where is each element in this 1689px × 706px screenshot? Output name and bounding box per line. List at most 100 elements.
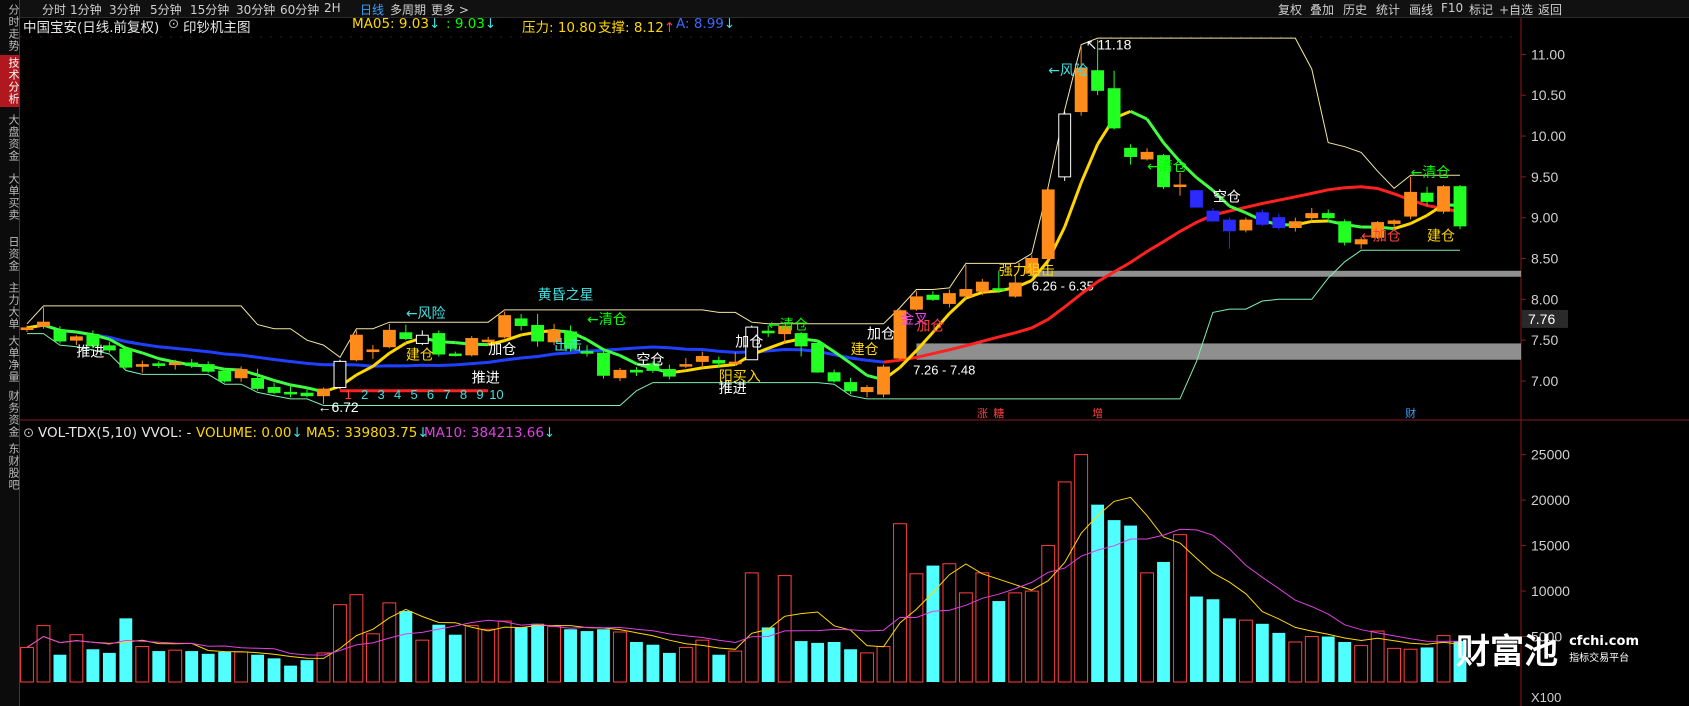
annotation: 推进 (76, 344, 104, 360)
count-label: 2 (361, 387, 368, 402)
candle-body (630, 369, 643, 373)
annotation: 建仓 (406, 348, 434, 364)
ma05-line-seg (767, 340, 786, 350)
annotation: 加仓 (867, 327, 895, 343)
high-label: ↖11.18 (1086, 37, 1132, 53)
volume-bar (1288, 641, 1303, 683)
chart-canvas[interactable]: 7.00 7.50 8.00 8.50 9.00 9.50 10.00 10.50 11.00 7… (0, 0, 1689, 706)
vol-tick-label: 20000 (1531, 492, 1570, 508)
ma05-line-seg (1063, 182, 1083, 228)
ma05-line-seg (702, 364, 719, 370)
volume-bar (712, 654, 726, 682)
candle-body (234, 369, 248, 379)
count-label: 1 (345, 387, 352, 402)
candle-body (1041, 189, 1055, 260)
candle-body (168, 362, 182, 366)
volume-bar (531, 623, 545, 682)
ma05-line-seg (371, 352, 391, 368)
candle-body (267, 387, 281, 393)
candle-body (185, 362, 199, 366)
volume-bar (1403, 648, 1418, 683)
vol-tick-label: 15000 (1531, 538, 1570, 554)
volume-bar (1222, 618, 1236, 682)
price-tick-label: 9.50 (1531, 169, 1558, 185)
price-band-label: 7.26 - 7.48 (913, 363, 975, 378)
vol-ma5-line (26, 496, 1461, 659)
volume-bar (1354, 645, 1369, 683)
vol-unit-label: X100 (1531, 690, 1561, 705)
candle-body (333, 360, 347, 389)
volume-bar (201, 653, 215, 682)
volume-bar (251, 654, 265, 682)
volume-bar (1140, 572, 1154, 683)
ma05-line-seg (273, 379, 291, 387)
volume-bar (1338, 641, 1352, 682)
volume-bar (119, 618, 133, 682)
price-band (916, 343, 1521, 360)
volume-bar (1420, 647, 1434, 682)
volume-bar (218, 651, 232, 682)
ma05-line-seg (1195, 176, 1214, 192)
candle-body (102, 345, 116, 351)
volume-bar (564, 629, 577, 682)
candle-body (1239, 219, 1253, 231)
volume-bar (794, 641, 808, 682)
volume-bar (1190, 596, 1203, 682)
event-marker: 增 (1092, 406, 1103, 420)
price-tick-label: 11.00 (1531, 46, 1565, 62)
volume-bar (893, 523, 907, 683)
volume-bar (300, 660, 314, 682)
volume-bar (432, 624, 446, 682)
annotation: ←加仓 (1361, 229, 1401, 245)
candle-body (1288, 221, 1302, 228)
ma05-line-seg (355, 364, 374, 377)
candle-body (728, 361, 742, 365)
volume-bar (365, 633, 380, 683)
count-label: 10 (489, 387, 503, 402)
annotation: 加仓 (488, 342, 516, 358)
candle-body (119, 348, 133, 368)
volume-bar (811, 642, 825, 682)
ma05-line-seg (718, 362, 736, 368)
brand-tagline: 指标交易平台 (1569, 652, 1630, 664)
annotation: ←风险 (406, 306, 446, 322)
candle-body (1058, 113, 1072, 178)
candle-body (811, 342, 825, 373)
count-label: 9 (476, 387, 483, 402)
volume-bar (744, 572, 759, 683)
volume-bar (399, 611, 413, 682)
candle-body (432, 333, 446, 355)
candle-body (1222, 219, 1236, 232)
volume-bar (646, 644, 660, 682)
candle-body (20, 327, 34, 331)
price-tick-label: 7.50 (1531, 332, 1558, 348)
volume-bar (1057, 481, 1072, 683)
volume-bar (1238, 619, 1253, 683)
volume-bar (481, 628, 496, 683)
ma05-line-seg (619, 354, 638, 366)
candle-body (1008, 282, 1022, 297)
annotation: ←风险 (1048, 63, 1088, 79)
candle-body (1420, 192, 1434, 202)
volume-bar (876, 646, 891, 683)
annotation: 推进 (719, 381, 747, 397)
volume-bar (844, 649, 857, 682)
candle-body (580, 351, 594, 354)
volume-bar (926, 565, 940, 682)
volume-bar (1173, 534, 1187, 683)
volume-bar (761, 627, 775, 682)
candle-body (910, 296, 923, 310)
ma05-line-seg (158, 357, 176, 364)
event-marker: 糖 (993, 406, 1004, 420)
candle-body (613, 369, 627, 379)
price-tick-label: 8.50 (1531, 251, 1558, 267)
candle-body (284, 391, 297, 395)
volume-bar (448, 634, 462, 682)
brand-watermark: 财富池 cfchi.com 指标交易平台 (1456, 624, 1639, 673)
candle-body (53, 329, 67, 342)
volume-bar (975, 572, 990, 683)
volume-bar (992, 601, 1006, 682)
candle-body (942, 293, 956, 304)
volume-bar (497, 620, 512, 683)
annotation: 推进 (472, 371, 500, 387)
